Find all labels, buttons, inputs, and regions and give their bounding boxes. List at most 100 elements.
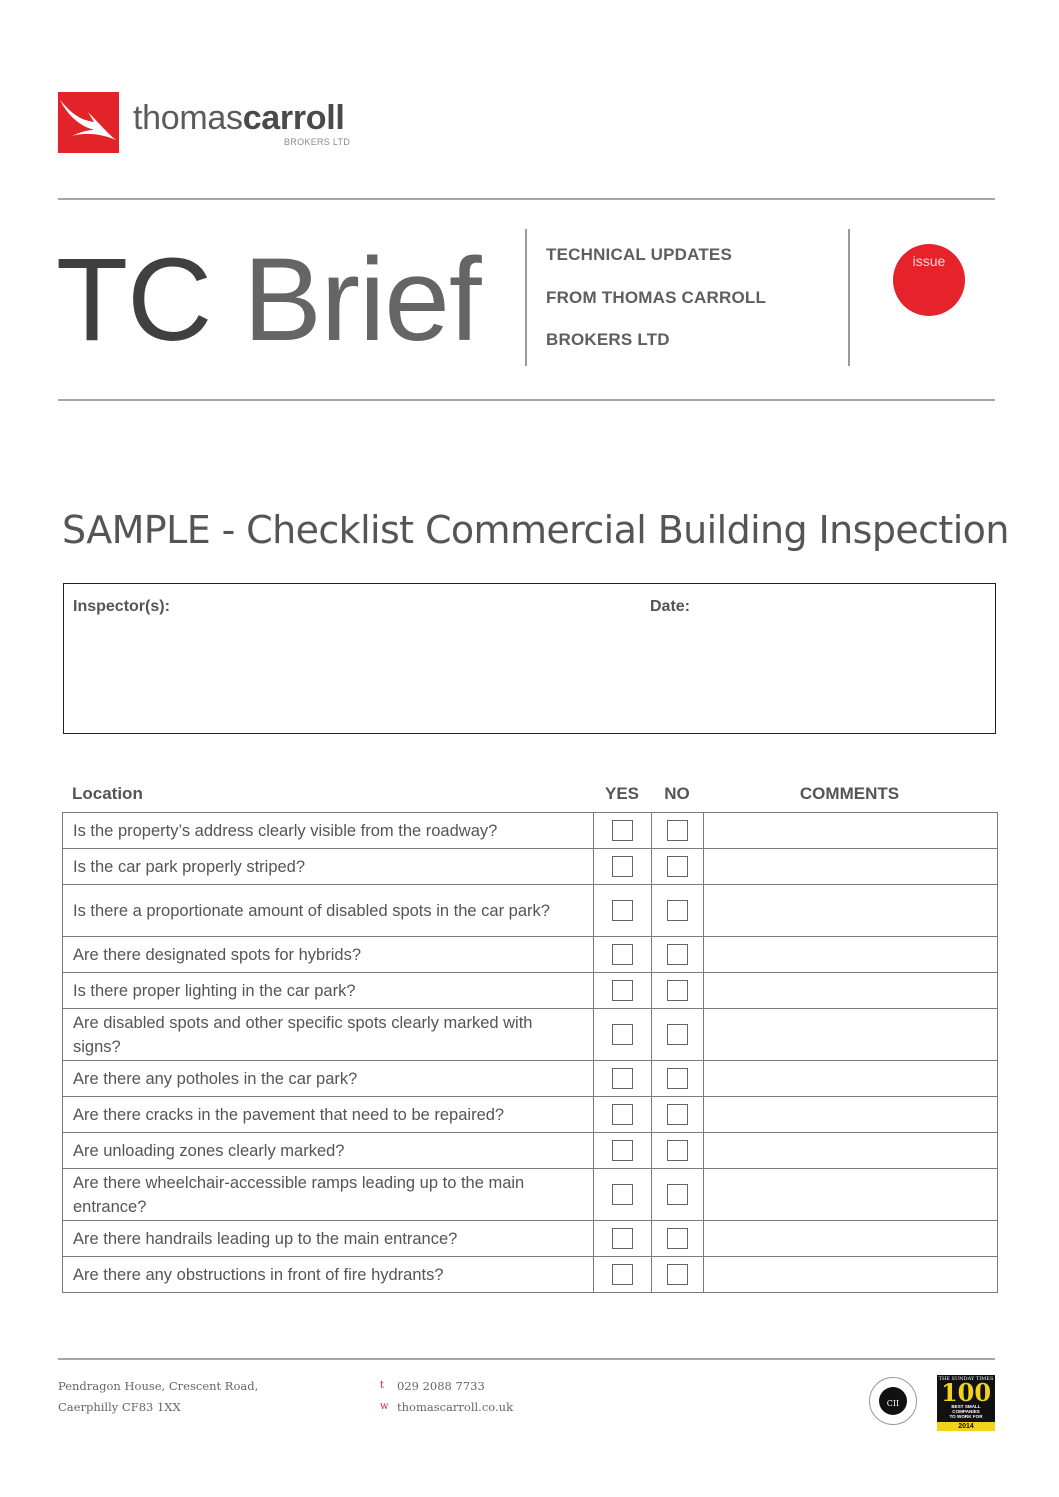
yes-checkbox[interactable] <box>612 856 633 877</box>
footer-phone: 029 2088 7733 <box>397 1379 485 1393</box>
comments-field[interactable] <box>703 884 998 937</box>
yes-checkbox[interactable] <box>612 1068 633 1089</box>
checklist-question: Are there designated spots for hybrids? <box>62 936 594 973</box>
masthead-divider-left <box>525 229 527 366</box>
footer-website-link[interactable]: thomascarroll.co.uk <box>397 1400 513 1414</box>
checklist-row: Are disabled spots and other specific sp… <box>62 1008 998 1061</box>
checklist-no-cell <box>651 1132 704 1169</box>
publication-title-tc: TC <box>56 234 212 366</box>
tagline-line-1: TECHNICAL UPDATES <box>546 245 733 264</box>
brand-wordmark: thomascarroll <box>133 98 345 138</box>
column-header-no: NO <box>664 784 690 803</box>
st-badge-number: 100 <box>940 1378 992 1407</box>
comments-field[interactable] <box>703 1096 998 1133</box>
footer-address-line-1: Pendragon House, Crescent Road, <box>58 1379 259 1393</box>
no-checkbox[interactable] <box>667 1264 688 1285</box>
comments-field[interactable] <box>703 1132 998 1169</box>
document-title: SAMPLE - Checklist Commercial Building I… <box>62 508 1009 552</box>
checklist-no-cell <box>651 1256 704 1293</box>
comments-field[interactable] <box>703 972 998 1009</box>
yes-checkbox[interactable] <box>612 944 633 965</box>
checklist-no-cell <box>651 812 704 849</box>
no-checkbox[interactable] <box>667 1140 688 1161</box>
checklist-yes-cell <box>593 848 652 885</box>
yes-checkbox[interactable] <box>612 900 633 921</box>
comments-field[interactable] <box>703 1220 998 1257</box>
checklist-question: Are unloading zones clearly marked? <box>62 1132 594 1169</box>
comments-field[interactable] <box>703 936 998 973</box>
comments-field[interactable] <box>703 812 998 849</box>
checklist-yes-cell <box>593 972 652 1009</box>
yes-checkbox[interactable] <box>612 1140 633 1161</box>
checklist-question: Are there wheelchair-accessible ramps le… <box>62 1168 594 1221</box>
yes-checkbox[interactable] <box>612 1184 633 1205</box>
brand-subtitle: BROKERS LTD <box>284 137 351 147</box>
checklist-row: Are there any obstructions in front of f… <box>62 1256 998 1293</box>
footer-address-line-2: Caerphilly CF83 1XX <box>58 1400 181 1414</box>
yes-checkbox[interactable] <box>612 1024 633 1045</box>
checklist-no-cell <box>651 972 704 1009</box>
checklist-yes-cell <box>593 1220 652 1257</box>
no-checkbox[interactable] <box>667 1104 688 1125</box>
checklist-yes-cell <box>593 1132 652 1169</box>
no-checkbox[interactable] <box>667 856 688 877</box>
checklist-question: Are there cracks in the pavement that ne… <box>62 1096 594 1133</box>
checklist-question: Is the car park properly striped? <box>62 848 594 885</box>
checklist-no-cell <box>651 884 704 937</box>
checklist-row: Is there proper lighting in the car park… <box>62 972 998 1009</box>
checklist-row: Are there designated spots for hybrids? <box>62 936 998 973</box>
no-checkbox[interactable] <box>667 1024 688 1045</box>
checklist-row: Are there handrails leading up to the ma… <box>62 1220 998 1257</box>
no-checkbox[interactable] <box>667 900 688 921</box>
checklist-yes-cell <box>593 812 652 849</box>
no-checkbox[interactable] <box>667 944 688 965</box>
issue-label: issue <box>912 253 946 269</box>
no-checkbox[interactable] <box>667 1184 688 1205</box>
checklist-question: Is there proper lighting in the car park… <box>62 972 594 1009</box>
checklist-yes-cell <box>593 1256 652 1293</box>
comments-field[interactable] <box>703 1060 998 1097</box>
no-checkbox[interactable] <box>667 820 688 841</box>
checklist-no-cell <box>651 936 704 973</box>
yes-checkbox[interactable] <box>612 1264 633 1285</box>
checklist-question: Are there handrails leading up to the ma… <box>62 1220 594 1257</box>
yes-checkbox[interactable] <box>612 980 633 1001</box>
column-header-yes: YES <box>604 784 640 803</box>
cii-badge-center: CII <box>879 1387 907 1415</box>
checklist-no-cell <box>651 1008 704 1061</box>
swoosh-logo-icon <box>60 100 116 140</box>
cii-chartered-badge-icon: CII <box>869 1377 917 1425</box>
date-label: Date: <box>650 598 691 615</box>
comments-field[interactable] <box>703 1168 998 1221</box>
comments-field[interactable] <box>703 1008 998 1061</box>
checklist-no-cell <box>651 1220 704 1257</box>
brand-name-bold: carroll <box>242 99 345 137</box>
checklist-row: Is the property’s address clearly visibl… <box>62 812 998 849</box>
inspector-date-box[interactable]: Inspector(s): Date: <box>63 583 996 734</box>
checklist-no-cell <box>651 1168 704 1221</box>
checklist-no-cell <box>651 1096 704 1133</box>
checklist-yes-cell <box>593 1168 652 1221</box>
checklist-question: Is the property’s address clearly visibl… <box>62 812 594 849</box>
checklist-question: Are there any obstructions in front of f… <box>62 1256 594 1293</box>
no-checkbox[interactable] <box>667 980 688 1001</box>
comments-field[interactable] <box>703 1256 998 1293</box>
inspector-label: Inspector(s): <box>73 598 170 615</box>
comments-field[interactable] <box>703 848 998 885</box>
checklist-row: Is the car park properly striped? <box>62 848 998 885</box>
inspection-checklist-table: Is the property’s address clearly visibl… <box>62 812 998 1293</box>
checklist-row: Is there a proportionate amount of disab… <box>62 884 998 937</box>
brand-logo-icon <box>58 92 119 153</box>
checklist-row: Are there wheelchair-accessible ramps le… <box>62 1168 998 1221</box>
no-checkbox[interactable] <box>667 1068 688 1089</box>
divider-footer <box>58 1358 995 1360</box>
yes-checkbox[interactable] <box>612 1104 633 1125</box>
checklist-question: Is there a proportionate amount of disab… <box>62 884 594 937</box>
web-key-label: w <box>380 1401 389 1412</box>
checklist-yes-cell <box>593 1008 652 1061</box>
yes-checkbox[interactable] <box>612 820 633 841</box>
no-checkbox[interactable] <box>667 1228 688 1249</box>
column-header-location: Location <box>72 784 143 803</box>
yes-checkbox[interactable] <box>612 1228 633 1249</box>
checklist-yes-cell <box>593 936 652 973</box>
